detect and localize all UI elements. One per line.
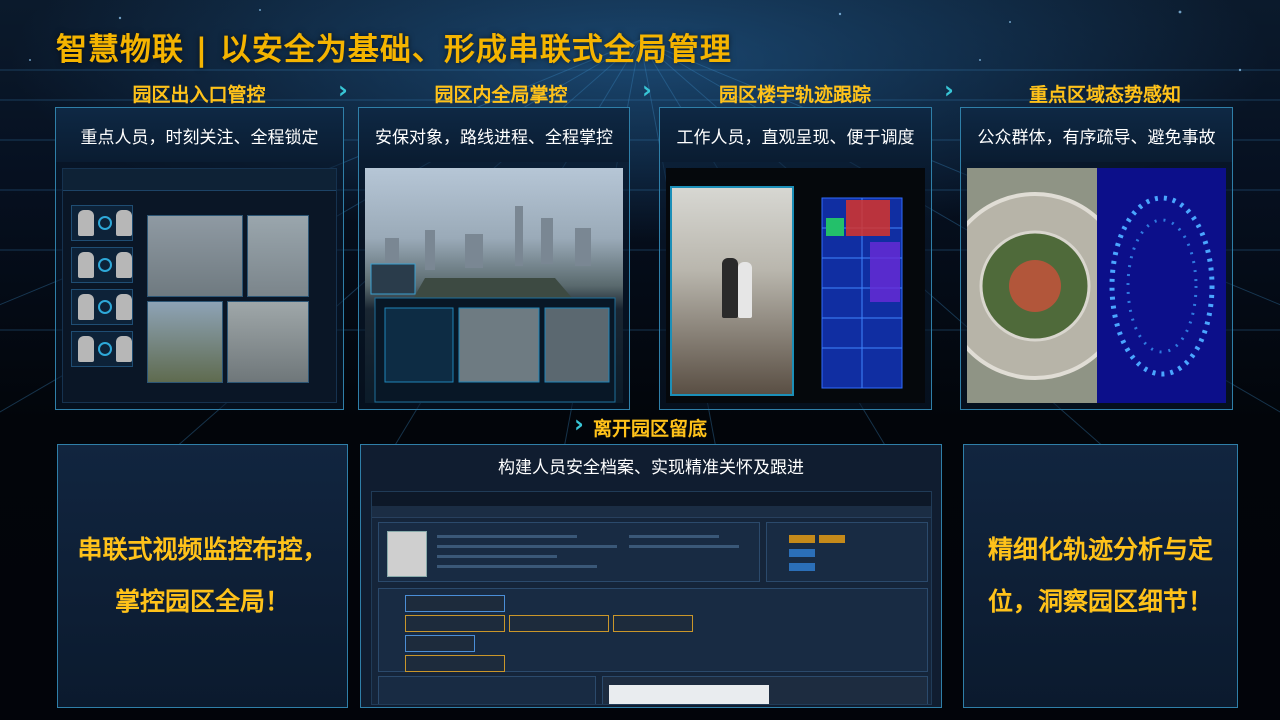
panel-building: 工作人员，直观呈现、便于调度	[659, 107, 932, 410]
camera-feed	[227, 301, 309, 383]
chevron-right-icon: ›	[944, 76, 954, 104]
chevron-right-icon: ›	[642, 76, 652, 104]
tags-card	[766, 522, 928, 582]
map-section	[602, 676, 928, 704]
column-heading-entrance: 园区出入口管控	[132, 84, 266, 106]
face-capture-item	[71, 247, 133, 283]
entrance-monitor-screenshot	[62, 168, 337, 403]
panel-subtitle: 工作人员，直观呈现、便于调度	[660, 108, 931, 162]
app-title-bar	[372, 492, 931, 506]
app-header-bar	[63, 169, 336, 191]
avatar	[387, 531, 427, 577]
page-title: 智慧物联 | 以安全为基础、形成串联式全局管理	[56, 32, 732, 68]
camera-feed	[147, 215, 243, 297]
face-capture-item	[71, 289, 133, 325]
crowd-heatmap-screenshot	[967, 168, 1226, 403]
panel-global: 安保对象，路线进程、全程掌控	[358, 107, 630, 410]
related-persons	[378, 676, 596, 704]
callout-right-line2: 位，洞察园区细节！	[987, 587, 1213, 616]
building-track-screenshot	[666, 168, 925, 403]
column-heading-situation: 重点区域态势感知	[1028, 84, 1181, 106]
panel-subtitle: 安保对象，路线进程、全程掌控	[359, 108, 629, 162]
panel-situation: 公众群体，有序疏导、避免事故	[960, 107, 1233, 410]
corridor-camera-feed	[670, 186, 794, 396]
face-capture-item	[71, 331, 133, 367]
chevron-right-icon: ›	[338, 76, 348, 104]
camera-feed	[147, 301, 223, 383]
event-timeline	[378, 588, 928, 672]
callout-left: 串联式视频监控布控， 掌控园区全局！	[57, 444, 348, 708]
callout-left-line1: 串联式视频监控布控，	[77, 535, 328, 564]
exit-archive-panel: 构建人员安全档案、实现精准关怀及跟进	[360, 444, 942, 708]
global-monitor-screenshot	[365, 168, 623, 403]
person-archive-screenshot	[371, 491, 932, 705]
callout-left-line2: 掌控园区全局！	[114, 587, 290, 616]
callout-right-line1: 精细化轨迹分析与定	[987, 535, 1213, 564]
panel-subtitle: 重点人员，时刻关注、全程锁定	[56, 108, 343, 162]
exit-section-subtitle: 构建人员安全档案、实现精准关怀及跟进	[498, 457, 804, 478]
panel-entrance: 重点人员，时刻关注、全程锁定	[55, 107, 344, 410]
column-heading-building: 园区楼宇轨迹跟踪	[718, 84, 871, 106]
app-tab-strip	[372, 506, 931, 518]
face-capture-item	[71, 205, 133, 241]
face-capture-list	[67, 199, 137, 394]
profile-card	[378, 522, 760, 582]
callout-right: 精细化轨迹分析与定 位，洞察园区细节！	[963, 444, 1238, 708]
column-heading-global: 园区内全局掌控	[434, 84, 568, 106]
exit-section-heading: 离开园区留底	[592, 418, 707, 440]
panel-subtitle: 公众群体，有序疏导、避免事故	[961, 108, 1232, 162]
camera-feed	[247, 215, 309, 297]
